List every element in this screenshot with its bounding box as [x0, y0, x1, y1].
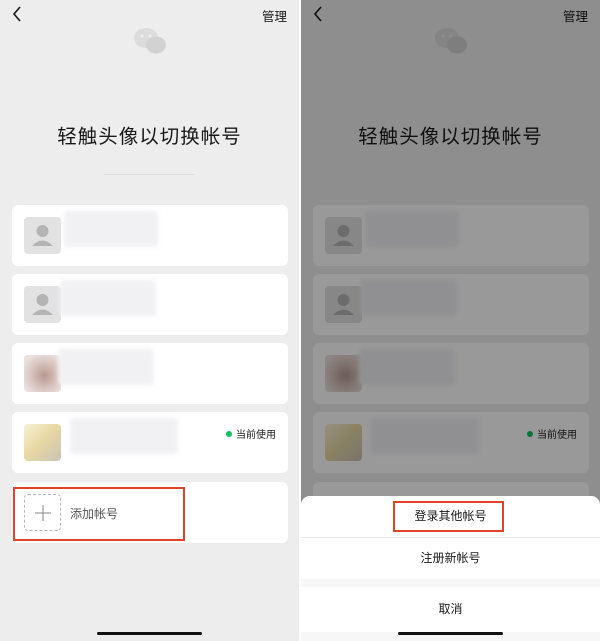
highlight-box	[393, 501, 504, 532]
account-name	[58, 349, 154, 385]
wechat-logo-icon	[133, 26, 167, 56]
home-indicator	[97, 632, 202, 635]
title-divider	[104, 174, 194, 175]
register-new-account-button[interactable]: 注册新帐号	[301, 538, 600, 579]
account-switch-sheet-screen: 管理 轻触头像以切换帐号 当前使用 登录其他帐号 注册新帐号 取消	[301, 0, 600, 641]
account-card[interactable]	[12, 274, 288, 335]
account-card[interactable]	[12, 205, 288, 266]
account-name	[64, 211, 158, 247]
person-placeholder-icon	[24, 217, 61, 254]
cancel-button[interactable]: 取消	[301, 587, 600, 632]
highlight-box	[13, 487, 185, 541]
avatar	[24, 424, 61, 461]
avatar	[24, 355, 61, 392]
status-badge: 当前使用	[226, 426, 276, 441]
account-name	[70, 418, 178, 454]
action-sheet: 登录其他帐号 注册新帐号 取消	[301, 496, 600, 641]
account-card[interactable]	[12, 343, 288, 404]
status-dot-icon	[226, 430, 232, 437]
account-switch-screen: 管理 轻触头像以切换帐号 当前使用 添加帐号	[0, 0, 299, 641]
page-title: 轻触头像以切换帐号	[57, 125, 242, 148]
status-label: 当前使用	[236, 430, 276, 441]
account-card-current[interactable]: 当前使用	[12, 412, 288, 473]
manage-button[interactable]: 管理	[262, 6, 287, 25]
person-placeholder-icon	[24, 286, 61, 323]
account-name	[60, 280, 156, 316]
back-icon[interactable]	[8, 4, 28, 24]
home-indicator	[398, 632, 503, 635]
